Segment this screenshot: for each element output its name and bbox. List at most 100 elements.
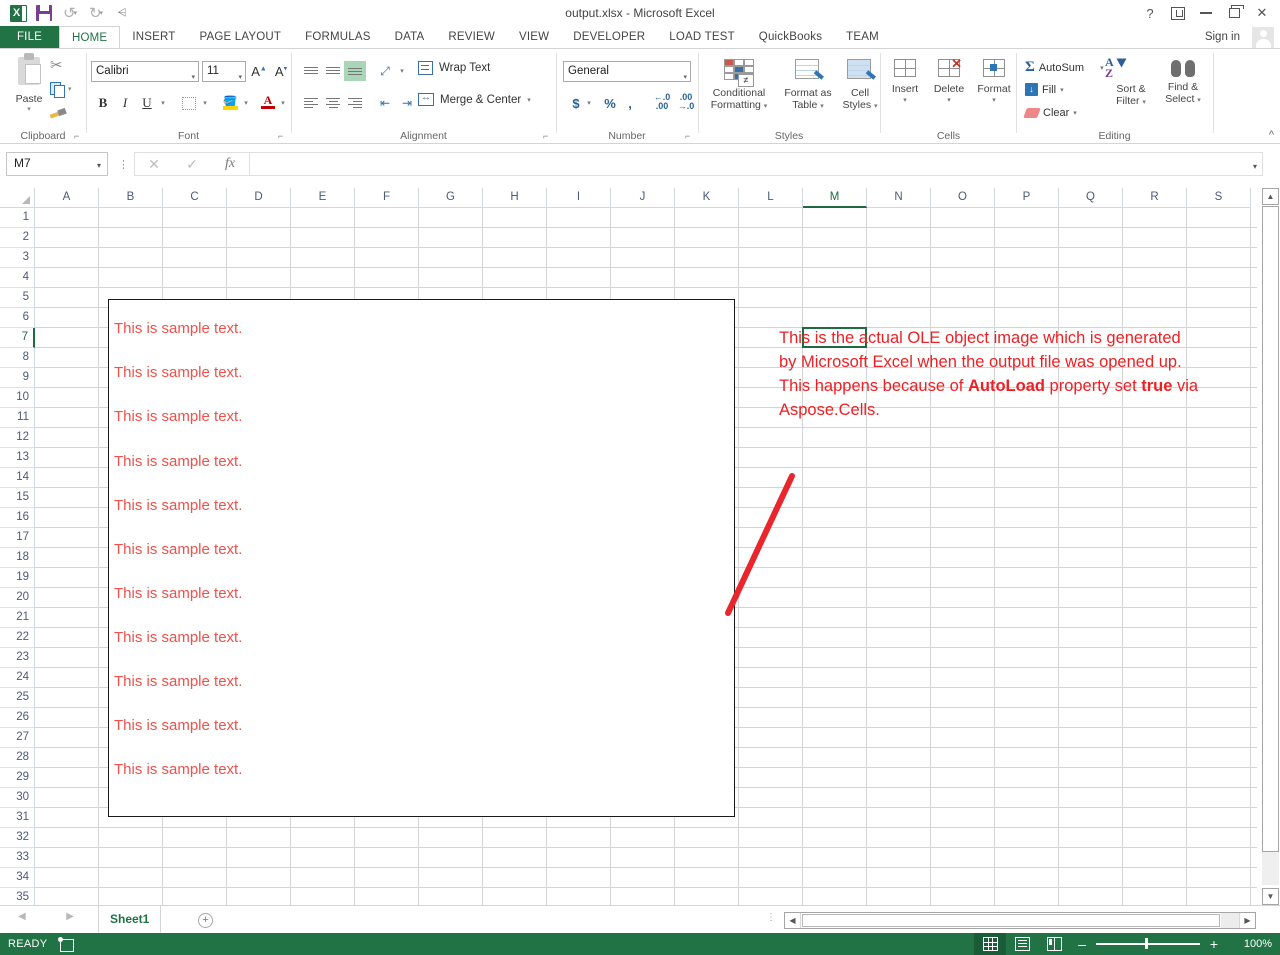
help-icon[interactable]: ? — [1136, 1, 1164, 25]
fill-button[interactable]: ↓ Fill ▾ — [1025, 83, 1064, 96]
column-header-h[interactable]: H — [483, 188, 547, 208]
column-header-i[interactable]: I — [547, 188, 611, 208]
column-header-r[interactable]: R — [1123, 188, 1187, 208]
align-left-button[interactable] — [300, 93, 322, 113]
fill-color-dropdown[interactable]: ▾ — [240, 95, 252, 111]
font-color-dropdown[interactable]: ▾ — [277, 95, 289, 111]
undo-icon[interactable]: ↺ ▾ — [58, 2, 82, 24]
scroll-left-icon[interactable]: ◀ — [785, 913, 801, 928]
row-header-18[interactable]: 18 — [0, 548, 35, 568]
decrease-font-size-button[interactable]: A▾ — [271, 61, 291, 82]
zoom-in-icon[interactable]: + — [1206, 936, 1222, 952]
decrease-decimal-button[interactable]: .00 →.0 — [675, 91, 697, 113]
tab-data[interactable]: DATA — [383, 26, 437, 48]
row-header-2[interactable]: 2 — [0, 228, 35, 248]
chevron-down-icon[interactable]: ▾ — [1197, 97, 1201, 104]
font-color-button[interactable]: A — [259, 91, 277, 111]
horizontal-scrollbar[interactable]: ◀ ▶ — [784, 912, 1256, 929]
paste-button[interactable]: Paste ▾ — [8, 53, 50, 113]
normal-view-button[interactable] — [974, 933, 1006, 955]
row-header-19[interactable]: 19 — [0, 568, 35, 588]
percent-style-button[interactable]: % — [601, 93, 619, 113]
horizontal-scroll-thumb[interactable] — [802, 914, 1220, 927]
row-header-14[interactable]: 14 — [0, 468, 35, 488]
vertical-scrollbar[interactable]: ▲ ▼ — [1261, 188, 1280, 905]
align-bottom-button[interactable] — [344, 61, 366, 81]
chevron-down-icon[interactable]: ▾ — [527, 96, 531, 104]
merge-and-center-button[interactable]: Merge & Center ▾ — [418, 92, 531, 106]
format-as-table-button[interactable]: Format as Table ▾ — [777, 59, 839, 113]
decrease-indent-button[interactable]: ⇤ — [374, 93, 396, 113]
tab-quickbooks[interactable]: QuickBooks — [747, 26, 834, 48]
wrap-text-button[interactable]: Wrap Text — [418, 61, 490, 75]
orientation-button[interactable]: ⤢ — [374, 61, 396, 81]
row-header-29[interactable]: 29 — [0, 768, 35, 788]
row-header-4[interactable]: 4 — [0, 268, 35, 288]
row-header-30[interactable]: 30 — [0, 788, 35, 808]
font-name-caret-icon[interactable]: ▾ — [191, 68, 195, 87]
align-middle-button[interactable] — [322, 61, 344, 81]
select-all-corner[interactable] — [0, 188, 35, 208]
name-box-caret-icon[interactable]: ▾ — [97, 161, 101, 170]
scroll-up-icon[interactable]: ▲ — [1262, 188, 1279, 205]
number-format-caret-icon[interactable]: ▾ — [683, 68, 687, 87]
row-header-8[interactable]: 8 — [0, 348, 35, 368]
scroll-down-icon[interactable]: ▼ — [1262, 888, 1279, 905]
chevron-down-icon[interactable]: ▾ — [764, 103, 768, 110]
split-handle[interactable]: ⋮ — [766, 913, 776, 923]
find-and-select-button[interactable]: Find & Select ▾ — [1157, 57, 1209, 107]
cell-styles-button[interactable]: Cell Styles ▾ — [838, 59, 882, 113]
column-header-b[interactable]: B — [99, 188, 163, 208]
redo-icon[interactable]: ↻ ▾ — [84, 2, 108, 24]
column-header-e[interactable]: E — [291, 188, 355, 208]
italic-button[interactable]: I — [115, 93, 135, 113]
tab-file[interactable]: FILE — [0, 26, 59, 48]
column-header-n[interactable]: N — [867, 188, 931, 208]
row-header-28[interactable]: 28 — [0, 748, 35, 768]
row-header-22[interactable]: 22 — [0, 628, 35, 648]
minimize-icon[interactable] — [1192, 1, 1220, 25]
clear-button[interactable]: Clear ▾ — [1023, 107, 1077, 119]
macro-record-icon[interactable] — [58, 937, 74, 952]
orientation-dropdown[interactable]: ▾ — [396, 63, 408, 79]
delete-cells-button[interactable]: ✕ Delete ▾ — [927, 57, 971, 107]
tab-team[interactable]: TEAM — [834, 26, 891, 48]
font-size-caret-icon[interactable]: ▾ — [238, 68, 242, 87]
format-cells-button[interactable]: Format ▾ — [971, 57, 1017, 107]
underline-dropdown[interactable]: ▾ — [157, 95, 169, 111]
column-header-k[interactable]: K — [675, 188, 739, 208]
align-center-button[interactable] — [322, 93, 344, 113]
zoom-out-icon[interactable]: – — [1074, 936, 1090, 952]
column-header-f[interactable]: F — [355, 188, 419, 208]
underline-button[interactable]: U — [137, 93, 157, 113]
vertical-scroll-track[interactable] — [1262, 852, 1279, 885]
zoom-slider[interactable]: – + — [1074, 933, 1222, 955]
restore-icon[interactable] — [1220, 1, 1248, 25]
horizontal-scroll-track[interactable] — [1221, 913, 1239, 928]
row-header-1[interactable]: 1 — [0, 208, 35, 228]
row-header-16[interactable]: 16 — [0, 508, 35, 528]
cut-button[interactable]: ✂ — [50, 55, 76, 75]
scroll-right-icon[interactable]: ▶ — [1239, 913, 1255, 928]
chevron-down-icon[interactable]: ▾ — [1100, 64, 1104, 72]
column-header-q[interactable]: Q — [1059, 188, 1123, 208]
alignment-dialog-launcher[interactable]: ⌐ — [543, 132, 552, 141]
chevron-down-icon[interactable]: ▾ — [1060, 86, 1064, 94]
name-box[interactable]: M7 ▾ — [6, 152, 108, 176]
row-header-20[interactable]: 20 — [0, 588, 35, 608]
formula-input[interactable]: ▾ — [249, 152, 1263, 176]
chevron-down-icon[interactable]: ▾ — [883, 95, 927, 107]
number-format-select[interactable]: General ▾ — [563, 61, 691, 82]
conditional-formatting-button[interactable]: ≠ Conditional Formatting ▾ — [701, 59, 777, 113]
close-icon[interactable]: ✕ — [1248, 1, 1276, 25]
row-header-32[interactable]: 32 — [0, 828, 35, 848]
chevron-down-icon[interactable]: ▾ — [1142, 99, 1146, 106]
excel-logo-icon[interactable] — [6, 2, 30, 24]
row-header-11[interactable]: 11 — [0, 408, 35, 428]
next-sheet-icon[interactable]: ▶ — [66, 911, 74, 922]
autosum-button[interactable]: Σ AutoSum ▾ — [1025, 59, 1104, 76]
increase-font-size-button[interactable]: A▲ — [249, 61, 269, 82]
row-header-17[interactable]: 17 — [0, 528, 35, 548]
row-header-25[interactable]: 25 — [0, 688, 35, 708]
page-break-preview-button[interactable] — [1038, 933, 1070, 955]
